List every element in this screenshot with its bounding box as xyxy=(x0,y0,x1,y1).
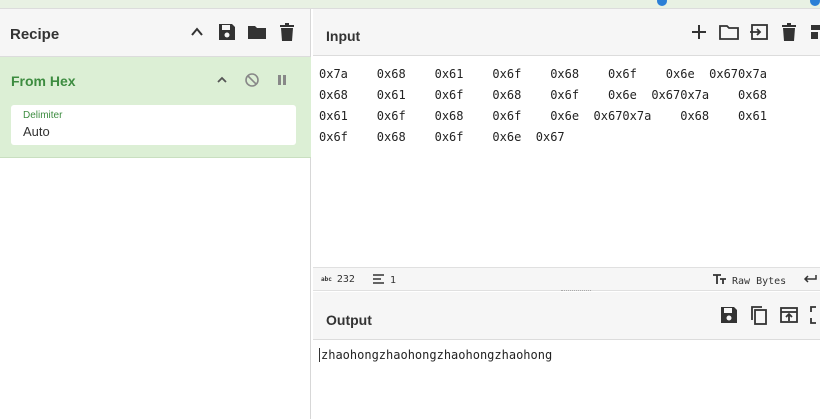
input-line: 0x6f 0x68 0x6f 0x6e 0x67 xyxy=(319,130,565,144)
layout-icon[interactable] xyxy=(808,21,820,43)
open-folder-icon[interactable] xyxy=(718,21,740,43)
chevron-up-icon[interactable] xyxy=(213,71,231,89)
fullscreen-icon[interactable] xyxy=(808,304,820,326)
output-text: zhaohongzhaohongzhaohongzhaohong xyxy=(319,348,553,362)
disable-icon[interactable] xyxy=(243,71,261,89)
length-indicator: abc 232 xyxy=(321,274,355,285)
folder-icon[interactable] xyxy=(246,21,268,43)
return-arrow-icon xyxy=(803,274,817,287)
delimiter-label: Delimiter xyxy=(23,110,63,121)
recipe-pane: Recipe From Hex Delimiter Auto xyxy=(0,9,311,419)
operation-from-hex[interactable]: From Hex Delimiter Auto xyxy=(0,57,311,158)
delimiter-field[interactable]: Delimiter Auto xyxy=(11,105,296,145)
io-panes: Input 0x7a 0x68 0x61 0x6f 0x68 0x6f 0x6e… xyxy=(313,9,820,419)
operation-name: From Hex xyxy=(11,73,76,89)
recipe-title: Recipe xyxy=(10,26,60,43)
lines-icon xyxy=(373,274,385,287)
abc-icon: abc xyxy=(321,276,332,283)
text-format-icon xyxy=(713,274,727,288)
lines-indicator: 1 xyxy=(373,274,396,287)
settings-icon[interactable] xyxy=(657,0,667,6)
input-line: 0x68 0x61 0x6f 0x68 0x6f 0x6e 0x670x7a 0… xyxy=(319,88,767,102)
import-icon[interactable] xyxy=(748,21,770,43)
recipe-header: Recipe xyxy=(0,9,310,57)
output-area[interactable]: zhaohongzhaohongzhaohongzhaohong xyxy=(313,340,820,419)
top-strip xyxy=(0,0,820,9)
length-value: 232 xyxy=(336,274,355,285)
input-header: Input xyxy=(313,9,820,56)
output-header: Output xyxy=(313,292,820,340)
about-icon[interactable] xyxy=(810,0,820,6)
input-status-bar: abc 232 1 Raw Bytes xyxy=(313,267,820,293)
chevron-up-icon[interactable] xyxy=(186,21,208,43)
pause-icon[interactable] xyxy=(273,71,291,89)
trash-icon[interactable] xyxy=(276,21,298,43)
input-textarea[interactable]: 0x7a 0x68 0x61 0x6f 0x68 0x6f 0x6e 0x670… xyxy=(313,56,820,267)
eol-selector[interactable] xyxy=(803,274,817,287)
trash-icon[interactable] xyxy=(778,21,800,43)
lines-value: 1 xyxy=(390,275,397,286)
delimiter-value[interactable]: Auto xyxy=(23,124,50,139)
input-line: 0x7a 0x68 0x61 0x6f 0x68 0x6f 0x6e 0x670… xyxy=(319,67,767,81)
input-title: Input xyxy=(326,28,361,44)
plus-icon[interactable] xyxy=(688,21,710,43)
encoding-selector[interactable]: Raw Bytes xyxy=(713,274,786,288)
output-title: Output xyxy=(326,312,372,328)
replace-input-icon[interactable] xyxy=(778,304,800,326)
copy-icon[interactable] xyxy=(748,304,770,326)
save-icon[interactable] xyxy=(216,21,238,43)
encoding-value: Raw Bytes xyxy=(732,275,787,287)
input-line: 0x61 0x6f 0x68 0x6f 0x6e 0x670x7a 0x68 0… xyxy=(319,109,767,123)
save-icon[interactable] xyxy=(718,304,740,326)
